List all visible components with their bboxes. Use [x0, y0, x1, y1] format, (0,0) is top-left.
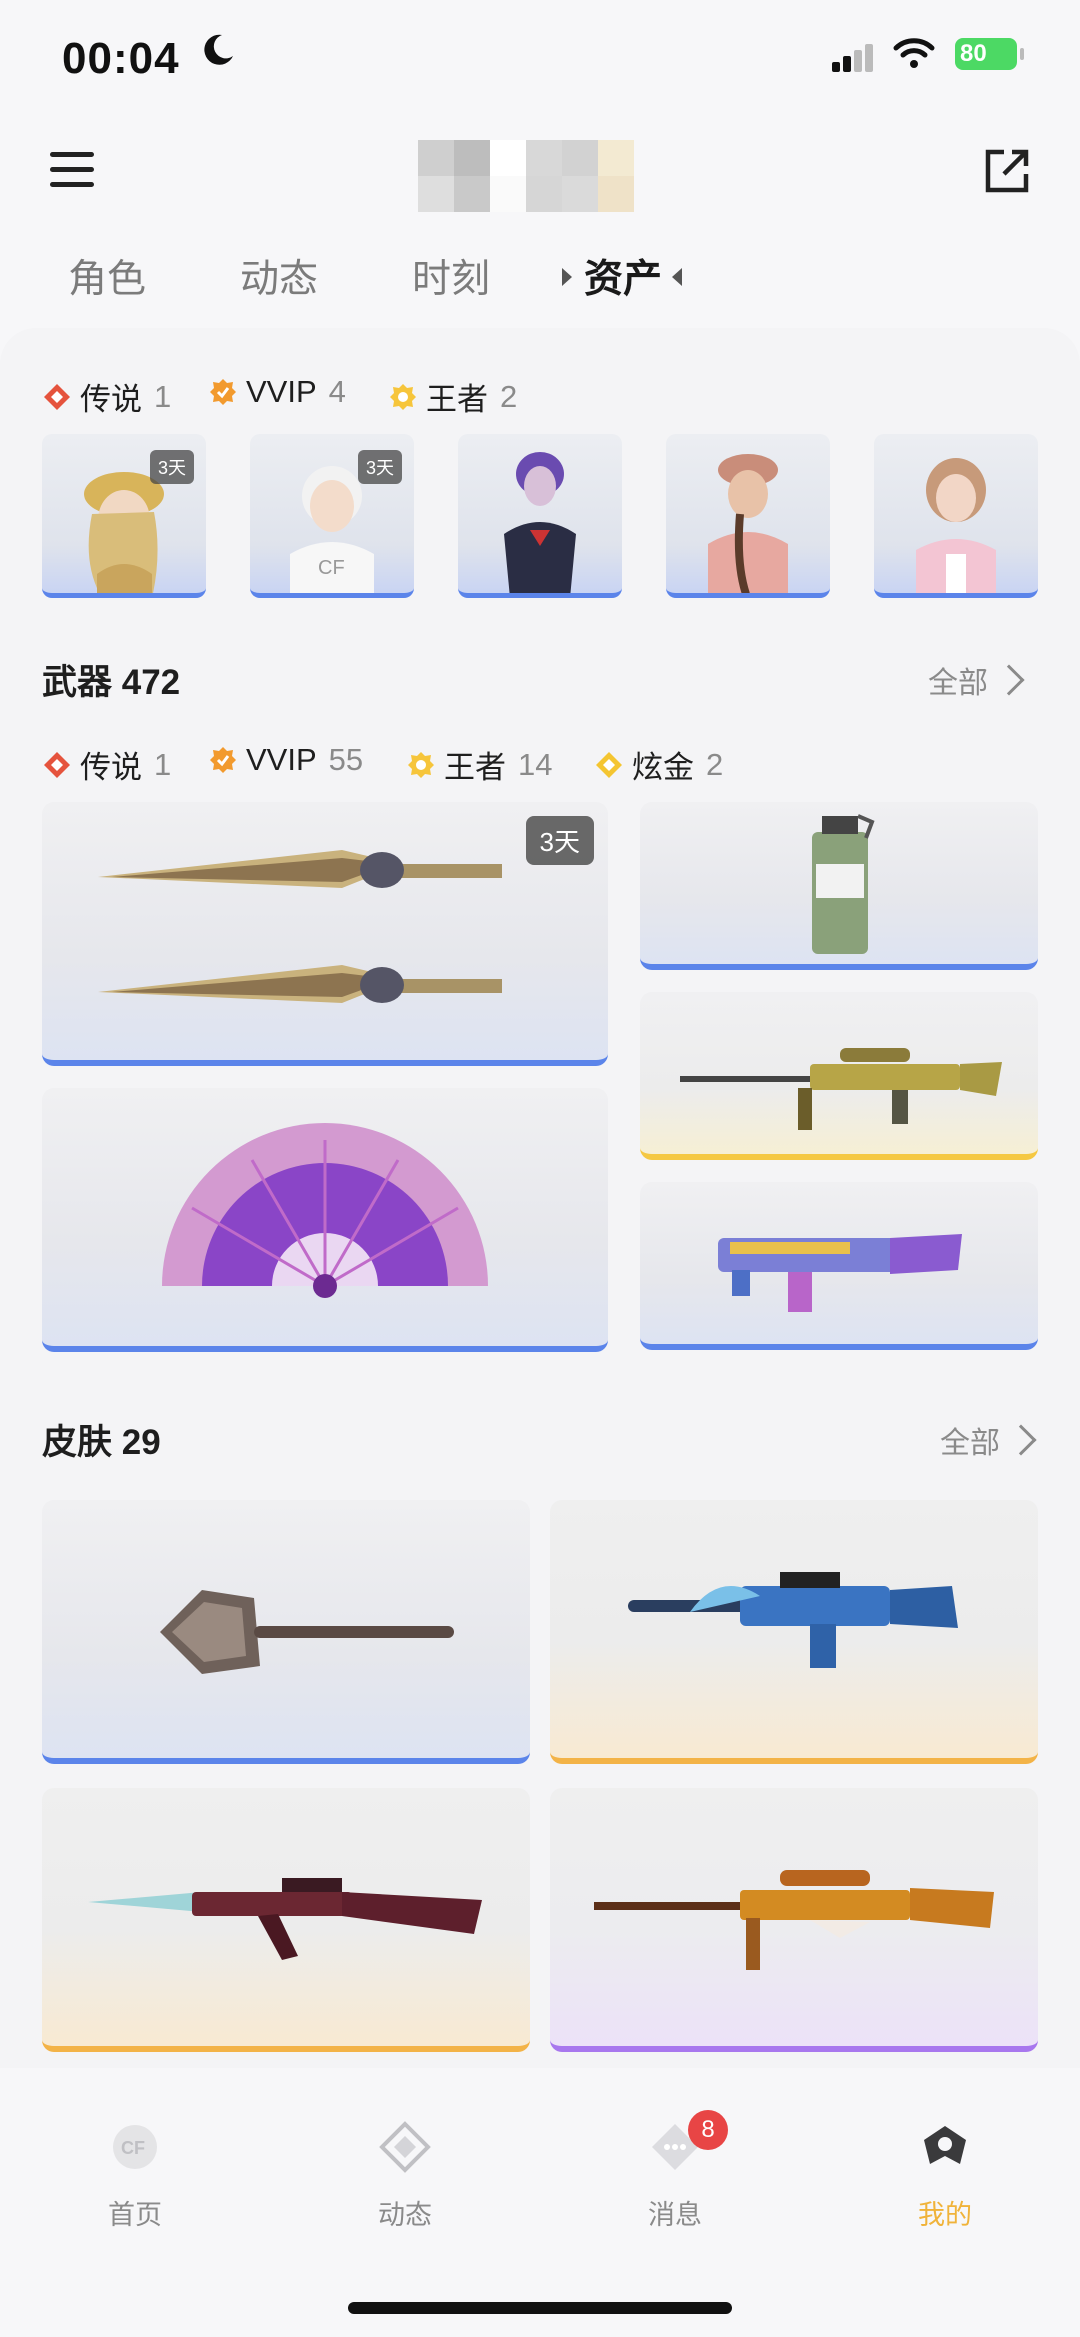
ak-rifle-skin-image — [88, 1878, 482, 1960]
char-rarity-vvip: VVIP 4 — [208, 374, 346, 410]
shovel-skin-image — [160, 1590, 454, 1674]
weapon-card-sniper-rifle[interactable] — [640, 992, 1038, 1160]
profile-tabs: 角色 动态 时刻 资产 — [0, 248, 1080, 308]
skin-card-shovel[interactable] — [42, 1500, 530, 1764]
skin-card-m4-rifle[interactable] — [550, 1500, 1038, 1764]
cellular-signal-icon — [832, 44, 876, 72]
vvip-rarity-icon — [210, 379, 236, 405]
character-card[interactable] — [666, 434, 830, 598]
character-card[interactable] — [458, 434, 622, 598]
nav-home[interactable]: CF 首页 — [55, 2120, 215, 2232]
svg-text:CF: CF — [121, 2138, 145, 2158]
tab-role[interactable]: 角色 — [68, 248, 146, 304]
status-time: 00:04 — [62, 34, 180, 83]
weapon-rarity-legend: 传说 1 — [42, 742, 171, 787]
wifi-icon — [893, 38, 935, 68]
weapon-rarity-king: 王者 14 — [406, 742, 552, 787]
king-rarity-icon — [390, 383, 416, 410]
share-icon[interactable] — [984, 148, 1030, 194]
duration-badge: 3天 — [149, 450, 194, 484]
skins-view-all-link[interactable]: 全部 — [940, 1418, 1037, 1462]
vvip-rarity-icon — [210, 747, 236, 773]
profile-icon — [924, 2126, 966, 2164]
moon-icon — [204, 34, 233, 65]
cf-logo-icon: CF — [113, 2125, 157, 2169]
character-portrait — [504, 452, 576, 593]
skin-card-golden-sniper[interactable] — [550, 1788, 1038, 2052]
golden-sniper-skin-image — [594, 1870, 994, 1970]
character-card[interactable] — [874, 434, 1038, 598]
chevron-right-icon — [993, 664, 1025, 696]
nav-me[interactable]: 我的 — [865, 2120, 1025, 2232]
character-portrait — [708, 454, 788, 593]
weapons-title: 武器 472 — [42, 663, 181, 702]
tab-indicator-right-icon — [672, 268, 682, 286]
king-rarity-icon — [408, 751, 434, 778]
weapons-view-all-link[interactable]: 全部 — [928, 658, 1025, 702]
char-rarity-legend: 传说 1 — [42, 374, 171, 419]
m4-rifle-skin-image — [628, 1572, 958, 1668]
nav-dynamic[interactable]: 动态 — [325, 2120, 485, 2232]
tab-moments[interactable]: 时刻 — [412, 248, 490, 304]
sniper-rifle-image — [680, 1048, 1002, 1130]
gold-rarity-icon — [596, 751, 622, 778]
battery-indicator: 80 — [955, 38, 1024, 70]
legend-rarity-icon — [44, 751, 70, 778]
shotgun-image — [718, 1234, 962, 1312]
weapon-card-smoke-grenade[interactable] — [640, 802, 1038, 970]
duration-badge: 3天 — [525, 816, 594, 865]
home-indicator — [348, 2302, 732, 2314]
skins-title: 皮肤 29 — [42, 1423, 161, 1462]
weapon-rarity-gold: 炫金 2 — [594, 742, 723, 787]
status-bar: 00:04 80 — [0, 0, 1080, 120]
duration-badge: 3天 — [357, 450, 402, 484]
nav-messages[interactable]: 消息 — [595, 2120, 755, 2232]
blurred-username — [418, 140, 636, 212]
character-card[interactable]: CF 3天 — [250, 434, 414, 598]
character-portrait — [916, 458, 996, 593]
weapon-card-war-fan[interactable] — [42, 1088, 608, 1352]
char-rarity-king: 王者 2 — [388, 374, 517, 419]
weapon-card-shotgun[interactable] — [640, 1182, 1038, 1350]
skin-card-ak-rifle[interactable] — [42, 1788, 530, 2052]
menu-icon — [50, 152, 94, 157]
menu-button[interactable] — [50, 152, 94, 192]
war-fan-image — [162, 1123, 488, 1298]
legend-rarity-icon — [44, 383, 70, 410]
message-count-badge: 8 — [688, 2110, 728, 2150]
weapon-card-twin-blades[interactable]: 3天 — [42, 802, 608, 1066]
smoke-grenade-image — [812, 814, 875, 954]
tab-assets[interactable]: 资产 — [584, 248, 662, 304]
tab-indicator-left-icon — [562, 268, 572, 286]
svg-text:CF: CF — [318, 557, 345, 579]
tab-dynamic[interactable]: 动态 — [240, 248, 318, 304]
weapon-rarity-vvip: VVIP 55 — [208, 742, 363, 778]
diamond-icon — [379, 2121, 431, 2173]
twin-blades-image — [98, 850, 502, 1003]
character-card[interactable]: 3天 — [42, 434, 206, 598]
chevron-right-icon — [1005, 1424, 1037, 1456]
